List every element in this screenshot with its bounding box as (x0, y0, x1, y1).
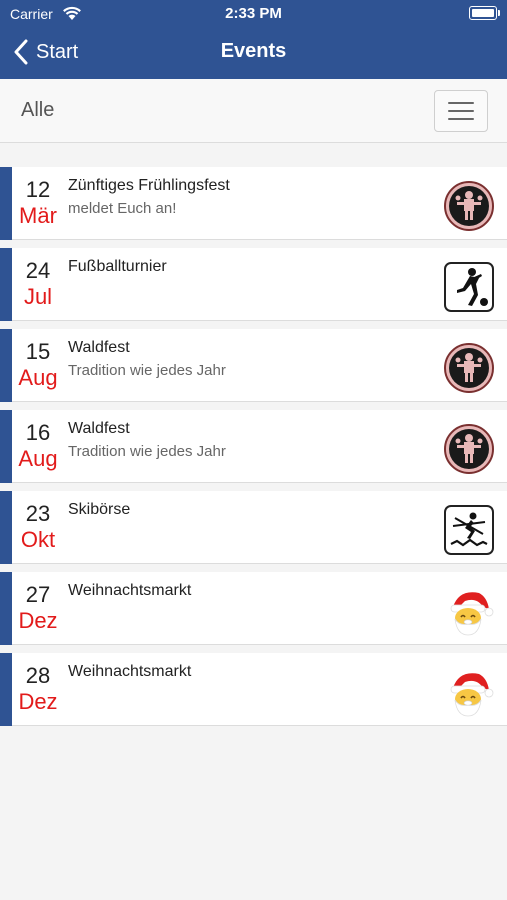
event-list: 12 Mär Zünftiges Frühlingsfest meldet Eu… (0, 167, 507, 734)
row-accent-stripe (0, 572, 12, 645)
club-emblem-icon (443, 342, 495, 394)
event-date: 16 Aug (12, 420, 64, 472)
event-day: 27 (25, 582, 51, 607)
row-accent-stripe (0, 248, 12, 321)
club-emblem-icon (443, 423, 495, 475)
event-month: Jul (23, 284, 53, 309)
filter-bar: Alle (0, 79, 507, 143)
event-month: Mär (19, 203, 57, 228)
santa-icon (443, 585, 495, 637)
hamburger-line (448, 102, 474, 104)
event-row[interactable]: 16 Aug Waldfest Tradition wie jedes Jahr (0, 410, 507, 483)
event-month: Aug (18, 365, 58, 390)
football-player-icon (443, 261, 495, 313)
event-title: Skibörse (68, 501, 131, 518)
event-day: 23 (25, 501, 51, 526)
event-day: 24 (25, 258, 51, 283)
event-month: Okt (20, 527, 56, 552)
event-month: Dez (18, 689, 58, 714)
hamburger-line (448, 110, 474, 112)
event-day: 16 (25, 420, 51, 445)
event-title: Zünftiges Frühlingsfest (68, 177, 230, 194)
event-title: Waldfest (68, 339, 130, 356)
event-day: 15 (25, 339, 51, 364)
event-row[interactable]: 28 Dez Weihnachtsmarkt (0, 653, 507, 726)
filter-label[interactable]: Alle (21, 99, 54, 122)
navigation-bar: Carrier 2:33 PM Start Events (0, 0, 507, 79)
event-date: 12 Mär (12, 177, 64, 229)
event-date: 24 Jul (12, 258, 64, 310)
event-date: 27 Dez (12, 582, 64, 634)
row-accent-stripe (0, 653, 12, 726)
club-emblem-icon (443, 180, 495, 232)
row-accent-stripe (0, 329, 12, 402)
row-accent-stripe (0, 167, 12, 240)
event-row[interactable]: 27 Dez Weihnachtsmarkt (0, 572, 507, 645)
event-month: Aug (18, 446, 58, 471)
skier-icon (443, 504, 495, 556)
event-row[interactable]: 15 Aug Waldfest Tradition wie jedes Jahr (0, 329, 507, 402)
event-day: 12 (25, 177, 51, 202)
santa-icon (443, 666, 495, 718)
hamburger-line (448, 118, 474, 120)
event-subtitle: Tradition wie jedes Jahr (68, 443, 226, 460)
page-title: Events (220, 40, 287, 62)
event-date: 23 Okt (12, 501, 64, 553)
event-title: Fußballturnier (68, 258, 167, 275)
event-row[interactable]: 23 Okt Skibörse (0, 491, 507, 564)
event-subtitle: Tradition wie jedes Jahr (68, 362, 226, 379)
row-accent-stripe (0, 410, 12, 483)
menu-button[interactable] (434, 90, 488, 132)
event-row[interactable]: 12 Mär Zünftiges Frühlingsfest meldet Eu… (0, 167, 507, 240)
status-bar: Carrier 2:33 PM (0, 0, 507, 28)
event-row[interactable]: 24 Jul Fußballturnier (0, 248, 507, 321)
event-title: Waldfest (68, 420, 130, 437)
event-day: 28 (25, 663, 51, 688)
event-date: 28 Dez (12, 663, 64, 715)
event-month: Dez (18, 608, 58, 633)
status-time: 2:33 PM (225, 5, 282, 22)
event-date: 15 Aug (12, 339, 64, 391)
event-subtitle: meldet Euch an! (68, 200, 177, 217)
event-title: Weihnachtsmarkt (68, 582, 192, 599)
battery-icon (469, 6, 500, 20)
event-title: Weihnachtsmarkt (68, 663, 192, 680)
row-accent-stripe (0, 491, 12, 564)
